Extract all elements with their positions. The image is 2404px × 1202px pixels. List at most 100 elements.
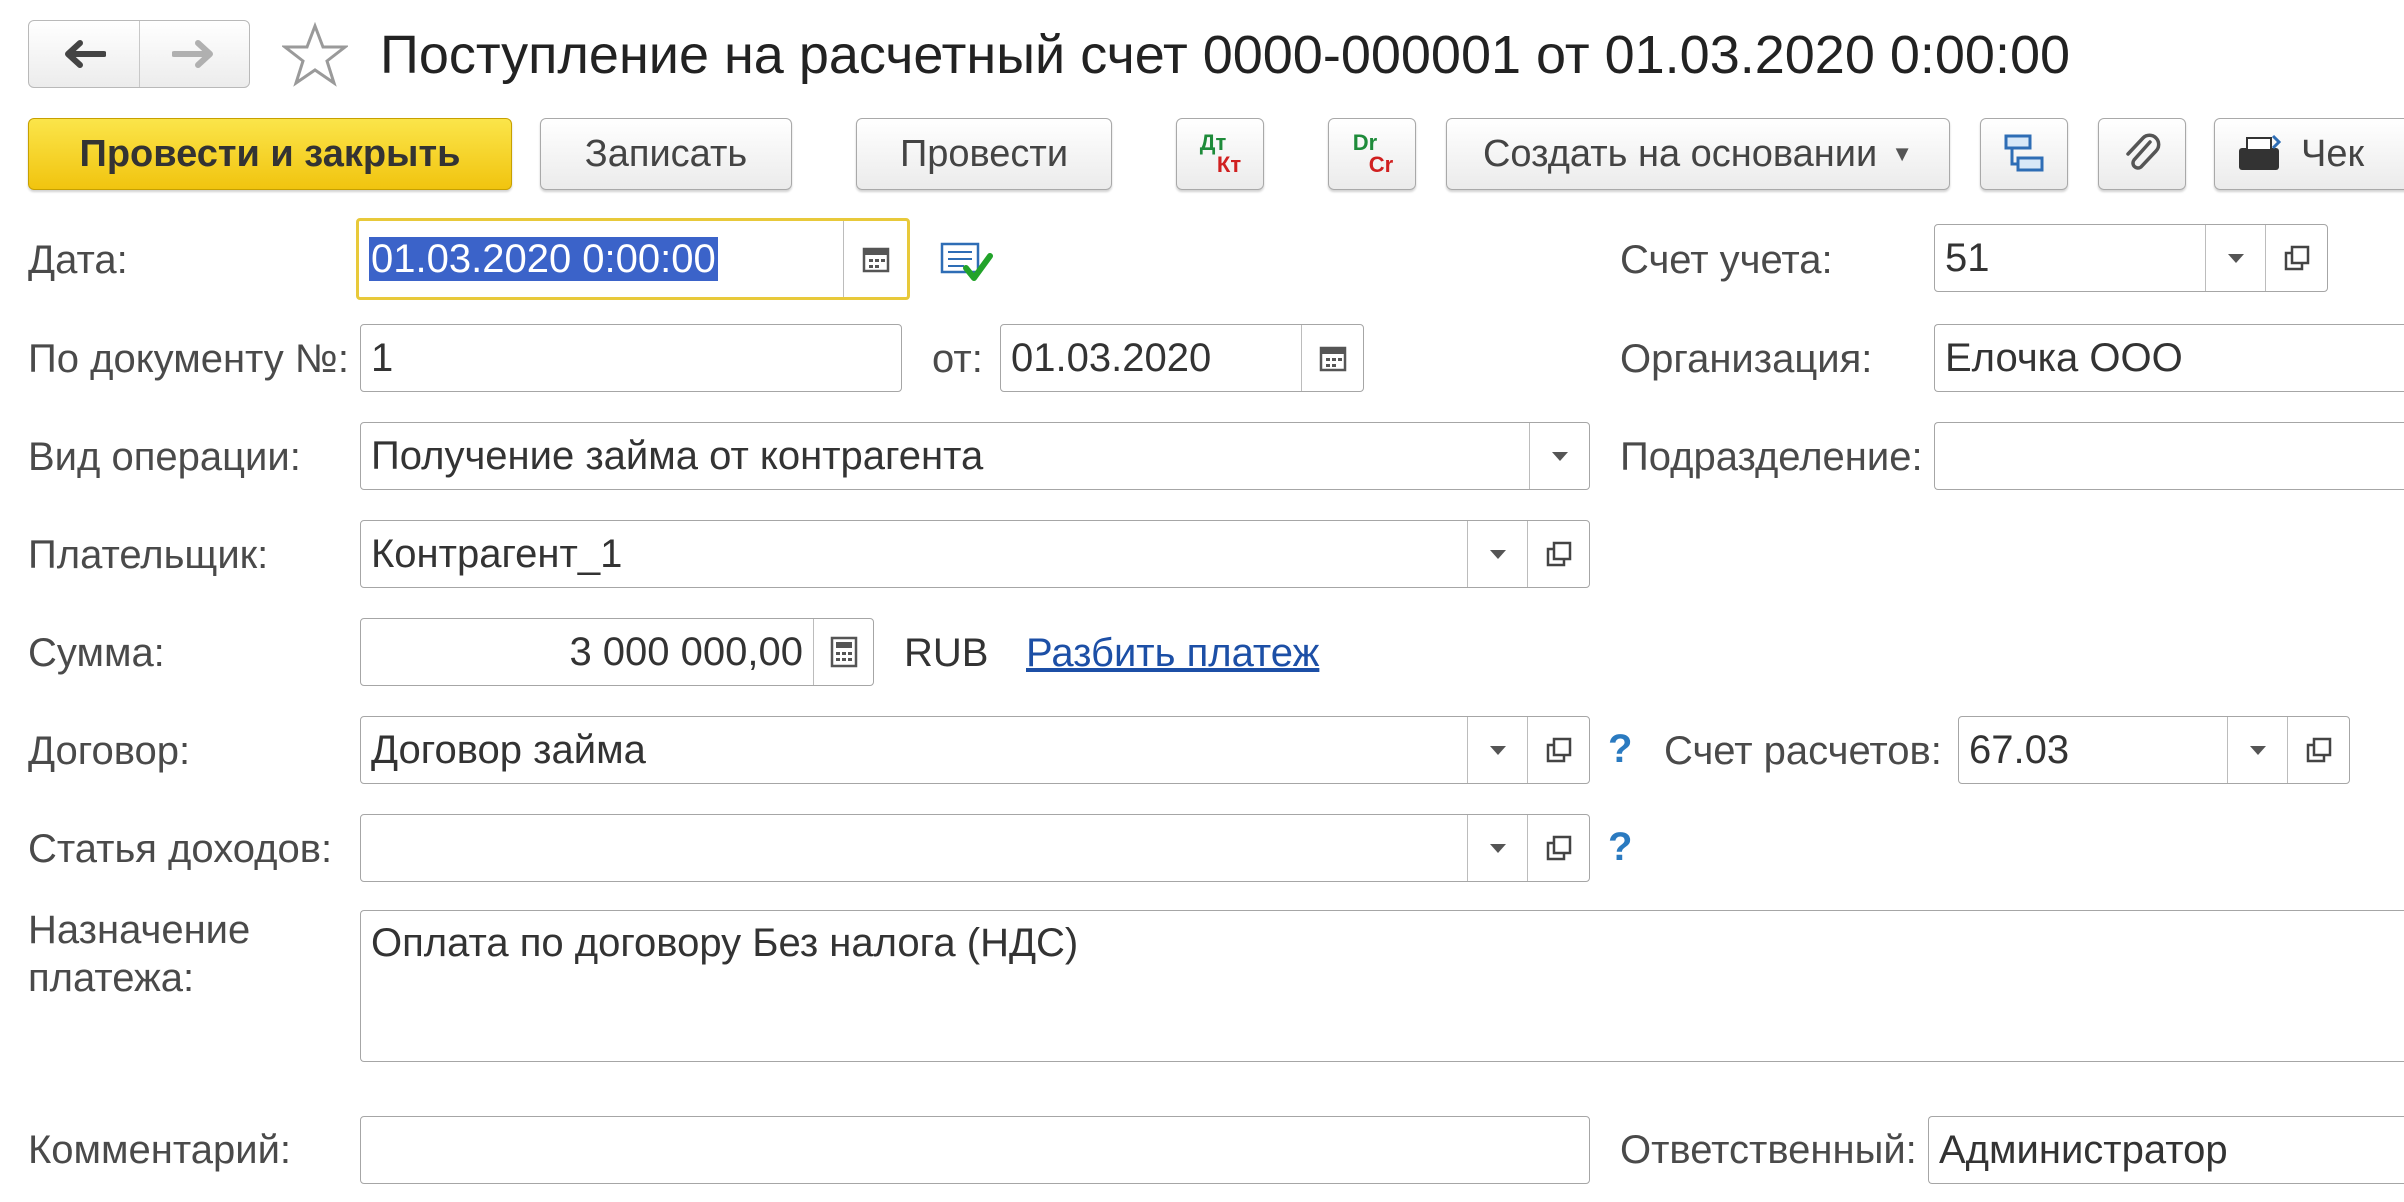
department-field[interactable] [1934, 422, 2404, 490]
payer-dropdown-button[interactable] [1467, 521, 1528, 587]
account-value: 51 [1945, 236, 1990, 280]
open-icon [1546, 737, 1572, 763]
dropdown-arrow-icon [1552, 451, 1568, 461]
doc-number-value: 1 [371, 336, 394, 380]
drcr-movements-button[interactable]: Dr Cr [1328, 118, 1416, 190]
operation-type-value: Получение займа от контрагента [371, 434, 984, 478]
dtkt-movements-button[interactable]: Дт Кт [1176, 118, 1264, 190]
forward-button[interactable] [138, 21, 250, 87]
contract-dropdown-button[interactable] [1467, 717, 1528, 783]
account-open-button[interactable] [2265, 225, 2328, 291]
printer-icon [2239, 134, 2282, 170]
date-value-wrap: 01.03.2020 0:00:00 [369, 221, 718, 297]
calendar-icon [862, 247, 890, 273]
calendar-icon [1319, 346, 1347, 372]
dtkt-bottom-label: Кт [1216, 152, 1242, 177]
dropdown-arrow-icon [1490, 549, 1506, 559]
date-value: 01.03.2020 0:00:00 [369, 237, 718, 281]
settlement-account-field[interactable]: 67.03 [1958, 716, 2350, 784]
dropdown-arrow-icon [1490, 745, 1506, 755]
contract-open-button[interactable] [1527, 717, 1590, 783]
settlement-account-value: 67.03 [1969, 728, 2070, 772]
payer-open-button[interactable] [1527, 521, 1590, 587]
contract-label: Договор: [28, 729, 191, 773]
date-field[interactable]: 01.03.2020 0:00:00 [356, 218, 910, 300]
open-icon [2306, 737, 2332, 763]
create-based-on-button[interactable]: Создать на основании ▼ [1446, 118, 1950, 190]
payer-label: Плательщик: [28, 533, 269, 577]
split-payment-link-text: Разбить платеж [1026, 631, 1320, 675]
amount-value: 3 000 000,00 [569, 630, 803, 674]
drcr-bottom-label: Cr [1368, 152, 1394, 177]
organization-value: Елочка ООО [1945, 336, 2183, 380]
doc-date-value: 01.03.2020 [1011, 336, 1212, 380]
post-and-close-button[interactable]: Провести и закрыть [28, 118, 512, 190]
amount-label: Сумма: [28, 631, 165, 675]
contract-help-icon[interactable]: ? [1608, 721, 1632, 777]
account-field[interactable]: 51 [1934, 224, 2328, 292]
income-item-field[interactable] [360, 814, 1590, 882]
posted-status-icon[interactable] [938, 236, 994, 286]
income-item-label: Статья доходов: [28, 827, 333, 871]
contract-value: Договор займа [371, 728, 646, 772]
amount-field[interactable]: 3 000 000,00 [360, 618, 874, 686]
structure-button[interactable] [1980, 118, 2068, 190]
save-button[interactable]: Записать [540, 118, 792, 190]
paperclip-icon [2126, 133, 2161, 170]
income-item-open-button[interactable] [1527, 815, 1590, 881]
arrow-right-icon [172, 40, 214, 68]
page-title: Поступление на расчетный счет 0000-00000… [380, 25, 2071, 85]
doc-number-field[interactable]: 1 [360, 324, 902, 392]
date-calendar-button[interactable] [843, 221, 908, 297]
operation-type-dropdown-button[interactable] [1529, 423, 1590, 489]
drcr-top-label: Dr [1352, 130, 1378, 155]
organization-field[interactable]: Елочка ООО [1934, 324, 2404, 392]
department-label: Подразделение: [1620, 435, 1923, 479]
dtkt-top-label: Дт [1199, 130, 1227, 155]
open-icon [1546, 541, 1572, 567]
amount-calculator-button[interactable] [813, 619, 874, 685]
comment-label: Комментарий: [28, 1128, 292, 1172]
responsible-value: Администратор [1939, 1128, 2228, 1172]
doc-date-label: от: [932, 337, 983, 381]
doc-number-label: По документу №: [28, 337, 349, 381]
calculator-icon [830, 636, 858, 668]
purpose-label-line2: платежа: [28, 956, 195, 1000]
account-dropdown-button[interactable] [2205, 225, 2266, 291]
settlement-account-label: Счет расчетов: [1664, 729, 1942, 773]
dropdown-caret-icon: ▼ [1891, 141, 1913, 166]
receipt-label: Чек [2301, 132, 2365, 175]
back-button[interactable] [29, 21, 139, 87]
structure-icon [2004, 134, 2044, 172]
open-icon [2284, 245, 2310, 271]
create-based-on-label: Создать на основании [1482, 132, 1878, 175]
operation-type-field[interactable]: Получение займа от контрагента [360, 422, 1590, 490]
settlement-account-open-button[interactable] [2287, 717, 2350, 783]
dropdown-arrow-icon [2250, 745, 2266, 755]
attachments-button[interactable] [2098, 118, 2186, 190]
receipt-button[interactable]: Чек [2214, 118, 2404, 190]
dropdown-arrow-icon [1490, 843, 1506, 853]
dropdown-arrow-icon [2228, 253, 2244, 263]
organization-label: Организация: [1620, 337, 1873, 381]
account-label: Счет учета: [1620, 238, 1833, 282]
post-button[interactable]: Провести [856, 118, 1112, 190]
contract-field[interactable]: Договор займа [360, 716, 1590, 784]
doc-date-calendar-button[interactable] [1301, 325, 1364, 391]
doc-date-field[interactable]: 01.03.2020 [1000, 324, 1364, 392]
currency-label: RUB [904, 631, 989, 675]
payer-field[interactable]: Контрагент_1 [360, 520, 1590, 588]
comment-field[interactable] [360, 1116, 1590, 1184]
responsible-label: Ответственный: [1620, 1128, 1917, 1172]
income-item-help-icon[interactable]: ? [1608, 819, 1632, 875]
settlement-account-dropdown-button[interactable] [2227, 717, 2288, 783]
favorite-star-icon[interactable] [282, 22, 348, 88]
nav-buttons [28, 20, 250, 88]
date-label: Дата: [28, 238, 128, 282]
split-payment-link[interactable]: Разбить платеж [1026, 625, 1319, 681]
responsible-field[interactable]: Администратор [1928, 1116, 2404, 1184]
purpose-textarea[interactable]: Оплата по договору Без налога (НДС) [360, 910, 2404, 1062]
arrow-left-icon [64, 40, 106, 68]
operation-type-label: Вид операции: [28, 435, 301, 479]
income-item-dropdown-button[interactable] [1467, 815, 1528, 881]
